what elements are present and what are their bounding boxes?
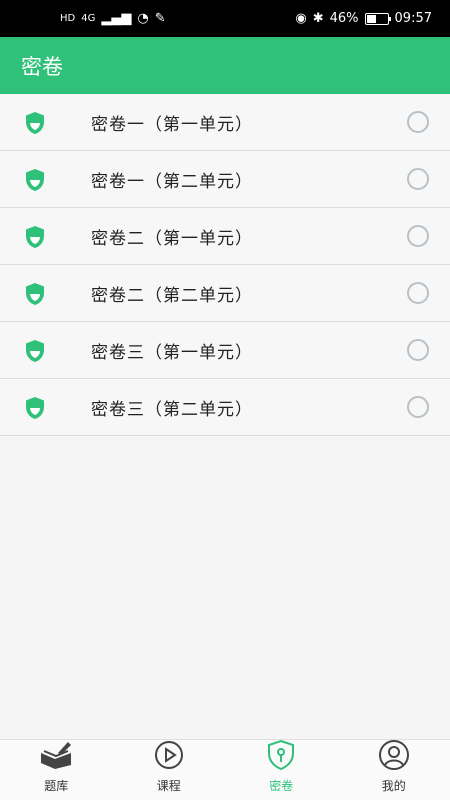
paper-label: 密卷一（第一单元） (91, 114, 253, 135)
paper-label: 密卷三（第二单元） (91, 399, 253, 420)
tab-label: 课程 (156, 779, 181, 793)
shield-icon (23, 339, 47, 363)
paper-radio[interactable] (407, 111, 429, 133)
tab-item[interactable]: 课程 (113, 740, 226, 800)
paper-row[interactable]: 密卷一（第一单元） (0, 94, 450, 151)
profile-icon (376, 739, 412, 775)
clock: 09:57 (394, 11, 432, 26)
paper-row[interactable]: 密卷二（第一单元） (0, 208, 450, 265)
paper-list: 密卷一（第一单元） 密卷一（第二单元） 密卷二（第一单元） 密卷二（第二单元） … (0, 94, 450, 436)
notification-icon: ✎ (154, 11, 166, 26)
books-icon (38, 739, 74, 775)
paper-radio[interactable] (407, 168, 429, 190)
wifi-icon: ◔ (137, 11, 149, 26)
page-title: 密卷 (21, 54, 63, 79)
battery-icon (364, 12, 391, 25)
eye-icon: ◉ (295, 11, 307, 26)
bottom-tab-bar: 题库 课程 密卷 我的 (0, 739, 450, 800)
paper-row[interactable]: 密卷三（第一单元） (0, 322, 450, 379)
tab-item[interactable]: 我的 (338, 740, 450, 800)
shield-icon (23, 111, 47, 135)
shield-icon (23, 225, 47, 249)
shield-icon (23, 282, 47, 306)
battery-fill (366, 14, 376, 23)
paper-row[interactable]: 密卷三（第二单元） (0, 379, 450, 436)
paper-radio[interactable] (407, 282, 429, 304)
paper-label: 密卷三（第一单元） (91, 342, 253, 363)
status-bar: HD 4G ▂▄▆ ◔ ✎ ◉ ✱ 46% 09:57 (0, 0, 450, 37)
shield-icon (23, 396, 47, 420)
hd-icon: HD (60, 13, 76, 24)
signal-icon: ▂▄▆ (101, 11, 132, 26)
paper-label: 密卷二（第一单元） (91, 228, 253, 249)
shield-icon (23, 168, 47, 192)
paper-radio[interactable] (407, 396, 429, 418)
app-bar: 密卷 (0, 37, 450, 94)
status-right: ◉ ✱ 46% 09:57 (295, 11, 432, 26)
tab-label: 题库 (44, 779, 69, 793)
paper-radio[interactable] (407, 339, 429, 361)
tab-item[interactable]: 密卷 (225, 739, 338, 800)
paper-row[interactable]: 密卷一（第二单元） (0, 151, 450, 208)
paper-label: 密卷二（第二单元） (91, 285, 253, 306)
bluetooth-icon: ✱ (312, 11, 324, 26)
battery-percent: 46% (329, 11, 359, 26)
tab-label: 我的 (381, 779, 406, 793)
play-icon (151, 739, 187, 775)
signal-label: 4G (81, 13, 96, 24)
tab-item[interactable]: 题库 (0, 740, 113, 800)
status-left: HD 4G ▂▄▆ ◔ ✎ (60, 11, 166, 26)
tab-label: 密卷 (269, 779, 294, 793)
paper-label: 密卷一（第二单元） (91, 171, 253, 192)
paper-row[interactable]: 密卷二（第二单元） (0, 265, 450, 322)
shield-lock-icon (263, 739, 299, 775)
paper-radio[interactable] (407, 225, 429, 247)
